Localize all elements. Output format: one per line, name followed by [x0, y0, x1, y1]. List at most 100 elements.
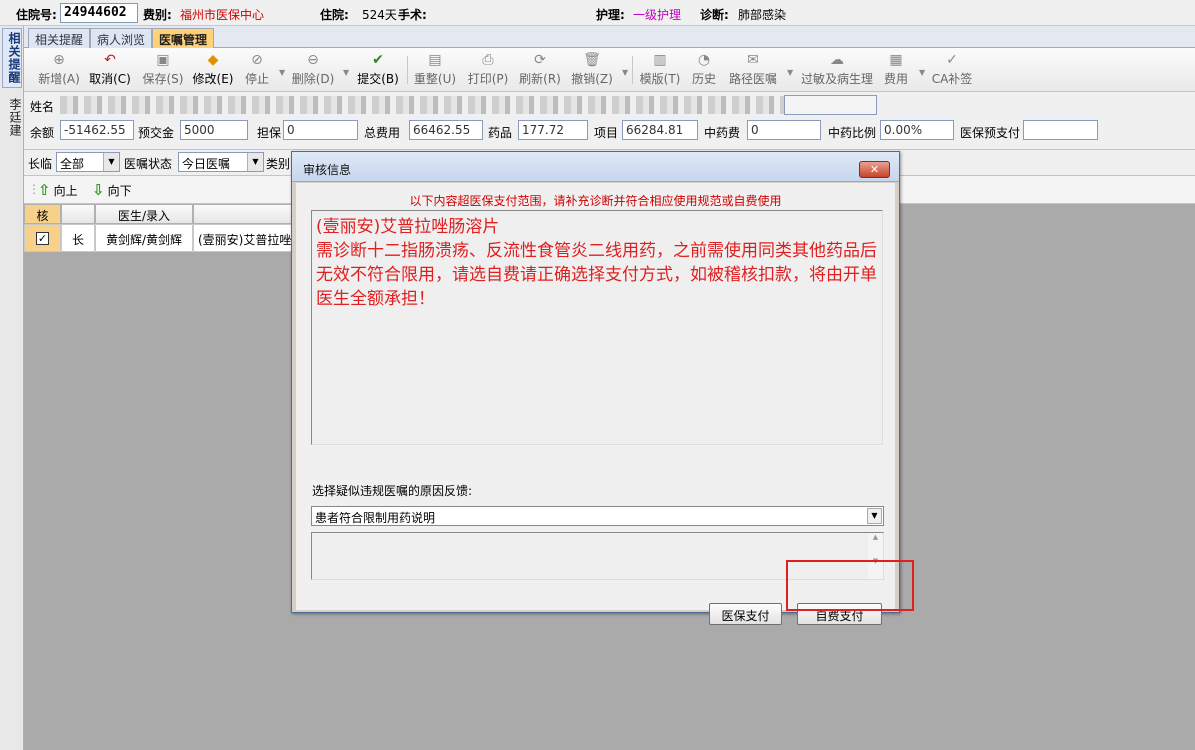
submit-icon: ✔	[372, 52, 384, 68]
fee-dropdown-icon[interactable]: ▼	[919, 68, 925, 77]
nursing-label: 护理:	[596, 8, 625, 22]
diagnosis-label: 诊断:	[700, 8, 729, 22]
print-icon: ⎙	[482, 52, 494, 68]
toolbar-separator	[407, 56, 408, 84]
restriction-message: 需诊断十二指肠溃疡、反流性食管炎二线用药，之前需使用同类其他药品后无效不符合限用…	[316, 241, 877, 309]
tcm-ratio-label: 中药比例	[828, 126, 877, 140]
revoke-button[interactable]: 🗑 撤销(Z)	[570, 51, 614, 89]
print-button[interactable]: ⎙ 打印(P)	[466, 51, 510, 89]
refresh-icon: ⟳	[534, 52, 546, 68]
audit-message-box[interactable]: (壹丽安)艾普拉唑肠溶片 需诊断十二指肠溃疡、反流性食管炎二线用药，之前需使用同…	[311, 210, 883, 445]
stay-label: 住院:	[320, 8, 349, 22]
row-doctor-cell: 黄剑辉/黄剑辉	[95, 224, 193, 252]
add-button[interactable]: ⊕ 新增(A)	[37, 51, 81, 89]
longterm-select[interactable]: 全部 ▼	[56, 152, 120, 172]
template-button[interactable]: ▥ 模版(T)	[638, 51, 682, 89]
guarantee-field[interactable]: 0	[283, 120, 358, 140]
row-type-cell: 长	[61, 224, 95, 252]
template-icon: ▥	[653, 52, 667, 68]
toolbar-separator	[632, 56, 633, 84]
drug-name: (壹丽安)艾普拉唑肠溶片	[316, 217, 500, 237]
arrow-up-icon: ⇧	[38, 181, 51, 199]
fee-button[interactable]: ▦ 费用	[881, 51, 911, 89]
item-fee-label: 项目	[594, 126, 619, 140]
admission-no-field[interactable]: 24944602	[60, 3, 138, 23]
revoke-dropdown-icon[interactable]: ▼	[622, 68, 628, 77]
left-side-strip: 相关提醒 李廷建	[0, 26, 24, 750]
save-button[interactable]: ▣ 保存(S)	[141, 51, 185, 89]
column-header-type[interactable]	[61, 204, 95, 224]
dialog-titlebar[interactable]: 审核信息 ✕	[292, 152, 899, 182]
reorganize-icon: ▤	[428, 52, 442, 68]
save-icon: ▣	[156, 52, 170, 68]
side-patient-name[interactable]: 李廷建	[2, 94, 22, 140]
allergy-button[interactable]: ☁ 过敏及病生理	[799, 51, 875, 89]
row-check-cell[interactable]: ✓	[24, 224, 61, 252]
surgery-label: 手术:	[398, 8, 427, 22]
name-extra-field[interactable]	[784, 95, 877, 115]
path-dropdown-icon[interactable]: ▼	[787, 68, 793, 77]
self-pay-highlight	[786, 560, 914, 611]
fee-icon: ▦	[889, 52, 903, 68]
row-checkbox[interactable]: ✓	[36, 232, 49, 245]
audit-dialog: 审核信息 ✕ 以下内容超医保支付范围，请补充诊断并符合相应使用规范或自费使用 (…	[291, 151, 900, 625]
order-status-select[interactable]: 今日医嘱 ▼	[178, 152, 264, 172]
prepaid-label: 预交金	[138, 126, 175, 140]
balance-field[interactable]: -51462.55	[60, 120, 134, 140]
path-icon: ✉	[747, 52, 759, 68]
tab-related-reminder[interactable]: 相关提醒	[28, 28, 91, 48]
order-grid: 核 医生/录入 ✓ 长 黄剑辉/黄剑辉 (壹丽安)艾普拉唑	[24, 204, 294, 252]
diagnosis-value: 肺部感染	[738, 8, 787, 22]
reason-select[interactable]: 患者符合限制用药说明 ▼	[311, 506, 884, 526]
tab-patient-browse[interactable]: 病人浏览	[90, 28, 153, 48]
stop-button[interactable]: ⊘ 停止	[242, 51, 272, 89]
reason-question-label: 选择疑似违规医嘱的原因反馈:	[312, 484, 473, 498]
order-toolbar: ⊕ 新增(A) ↶ 取消(C) ▣ 保存(S) ◆ 修改(E) ⊘ 停止 ▼ ⊖ 删除(D)…	[24, 48, 1195, 92]
total-fee-field[interactable]: 66462.55	[409, 120, 483, 140]
reorganize-button[interactable]: ▤ 重整(U)	[413, 51, 457, 89]
chevron-down-icon: ▼	[247, 153, 263, 171]
total-fee-label: 总费用	[364, 126, 401, 140]
redacted-patient-info	[60, 96, 840, 114]
add-icon: ⊕	[53, 52, 65, 68]
admission-no-label: 住院号:	[16, 8, 57, 22]
column-header-item[interactable]	[193, 204, 294, 224]
patient-fee-form: 姓名 余额 -51462.55 预交金 5000 担保 0 总费用 66462.…	[24, 92, 1195, 150]
row-item-cell: (壹丽安)艾普拉唑	[193, 224, 294, 252]
edit-button[interactable]: ◆ 修改(E)	[191, 51, 235, 89]
delete-icon: ⊖	[307, 52, 319, 68]
tcm-fee-field[interactable]: 0	[747, 120, 821, 140]
path-order-button[interactable]: ✉ 路径医嘱	[727, 51, 779, 89]
column-header-doctor[interactable]: 医生/录入	[95, 204, 193, 224]
tcm-ratio-field[interactable]: 0.00%	[880, 120, 954, 140]
delete-dropdown-icon[interactable]: ▼	[343, 68, 349, 77]
ca-sign-button[interactable]: ✓ CA补签	[930, 51, 974, 89]
insurance-prepay-field[interactable]	[1023, 120, 1098, 140]
delete-button[interactable]: ⊖ 删除(D)	[291, 51, 335, 89]
drug-fee-label: 药品	[488, 126, 513, 140]
chevron-down-icon: ▼	[867, 508, 882, 524]
name-label: 姓名	[30, 100, 55, 114]
insurance-pay-button[interactable]: 医保支付	[709, 603, 782, 625]
item-fee-field[interactable]: 66284.81	[622, 120, 698, 140]
prepaid-field[interactable]: 5000	[180, 120, 248, 140]
stop-dropdown-icon[interactable]: ▼	[279, 68, 285, 77]
stop-icon: ⊘	[251, 52, 263, 68]
close-icon[interactable]: ✕	[859, 161, 890, 178]
move-down-button[interactable]: ⇩ 向下	[92, 181, 132, 199]
history-button[interactable]: ◔ 历史	[689, 51, 719, 89]
balance-label: 余额	[30, 126, 55, 140]
ca-icon: ✓	[946, 52, 958, 68]
drug-fee-field[interactable]: 177.72	[518, 120, 588, 140]
patient-info-bar: 住院号: 24944602 费别: 福州市医保中心 住院: 524天 手术: 护…	[0, 0, 1195, 26]
side-tab-related-reminder[interactable]: 相关提醒	[2, 28, 22, 88]
guarantee-label: 担保	[257, 126, 282, 140]
move-up-button[interactable]: ⇧ 向上	[38, 181, 78, 199]
insurance-prepay-label: 医保预支付	[960, 126, 1021, 140]
submit-button[interactable]: ✔ 提交(B)	[356, 51, 400, 89]
refresh-button[interactable]: ⟳ 刷新(R)	[518, 51, 562, 89]
column-header-check[interactable]: 核	[24, 204, 61, 224]
main-tabs: 相关提醒 病人浏览 医嘱管理	[24, 26, 1195, 48]
tab-order-management[interactable]: 医嘱管理	[152, 28, 215, 48]
cancel-button[interactable]: ↶ 取消(C)	[88, 51, 132, 89]
